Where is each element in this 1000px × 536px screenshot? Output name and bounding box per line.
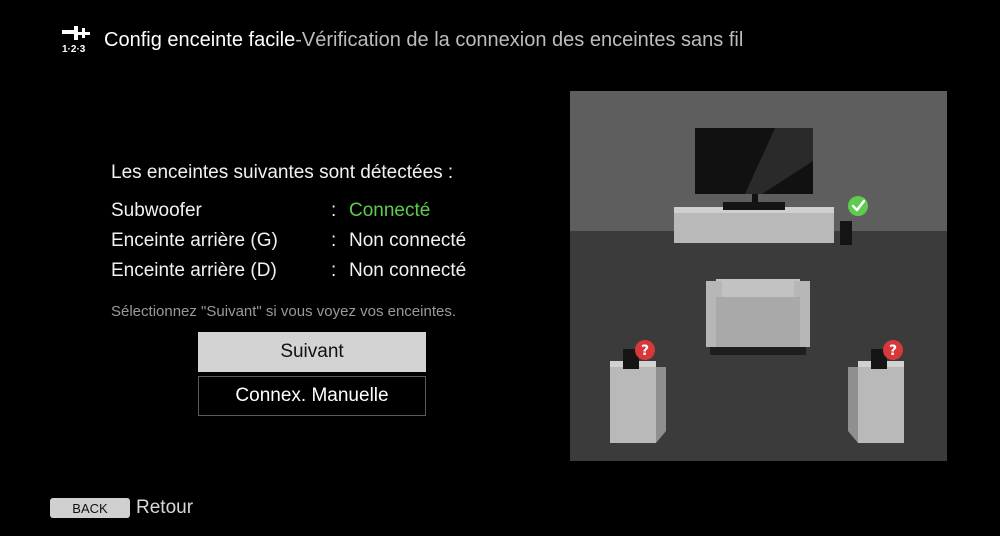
footer-hint: BACK Retour [50,497,193,519]
tv-stand-icon [674,207,834,243]
svg-text:?: ? [889,343,897,359]
speaker-label: Subwoofer [111,200,202,221]
next-button[interactable]: Suivant [198,332,426,372]
speaker-status: Connecté [349,200,431,221]
separator: : [331,260,337,281]
speaker-label: Enceinte arrière (G) [111,230,278,251]
page-title: Config enceinte facile [104,28,296,51]
soundbar-icon [723,202,785,210]
sofa-icon [706,279,810,355]
manual-connect-button[interactable]: Connex. Manuelle [198,376,426,416]
speaker-status: Non connecté [349,230,467,251]
question-badge-icon: ? [883,340,903,360]
separator: : [331,200,337,221]
svg-text:?: ? [641,343,649,359]
question-badge-icon: ? [635,340,655,360]
room-illustration: ? ? [570,91,947,461]
back-label: Retour [136,497,194,518]
tv-icon [695,128,813,204]
subwoofer-icon [840,221,852,245]
instruction-hint: Sélectionnez "Suivant" si vous voyez vos… [111,303,456,320]
detected-heading: Les enceintes suivantes sont détectées : [111,162,454,183]
icon-caption: 1·2·3 [62,44,86,55]
speaker-label: Enceinte arrière (D) [111,260,277,281]
tools-123-icon: 1·2·3 [60,24,96,56]
separator: : [331,230,337,251]
page-header: 1·2·3 Config enceinte facile -Vérificati… [60,24,743,56]
connected-check-icon [848,196,868,216]
page-subtitle: -Vérification de la connexion des encein… [295,28,744,51]
speaker-status: Non connecté [349,260,467,281]
back-key[interactable]: BACK [50,498,130,518]
